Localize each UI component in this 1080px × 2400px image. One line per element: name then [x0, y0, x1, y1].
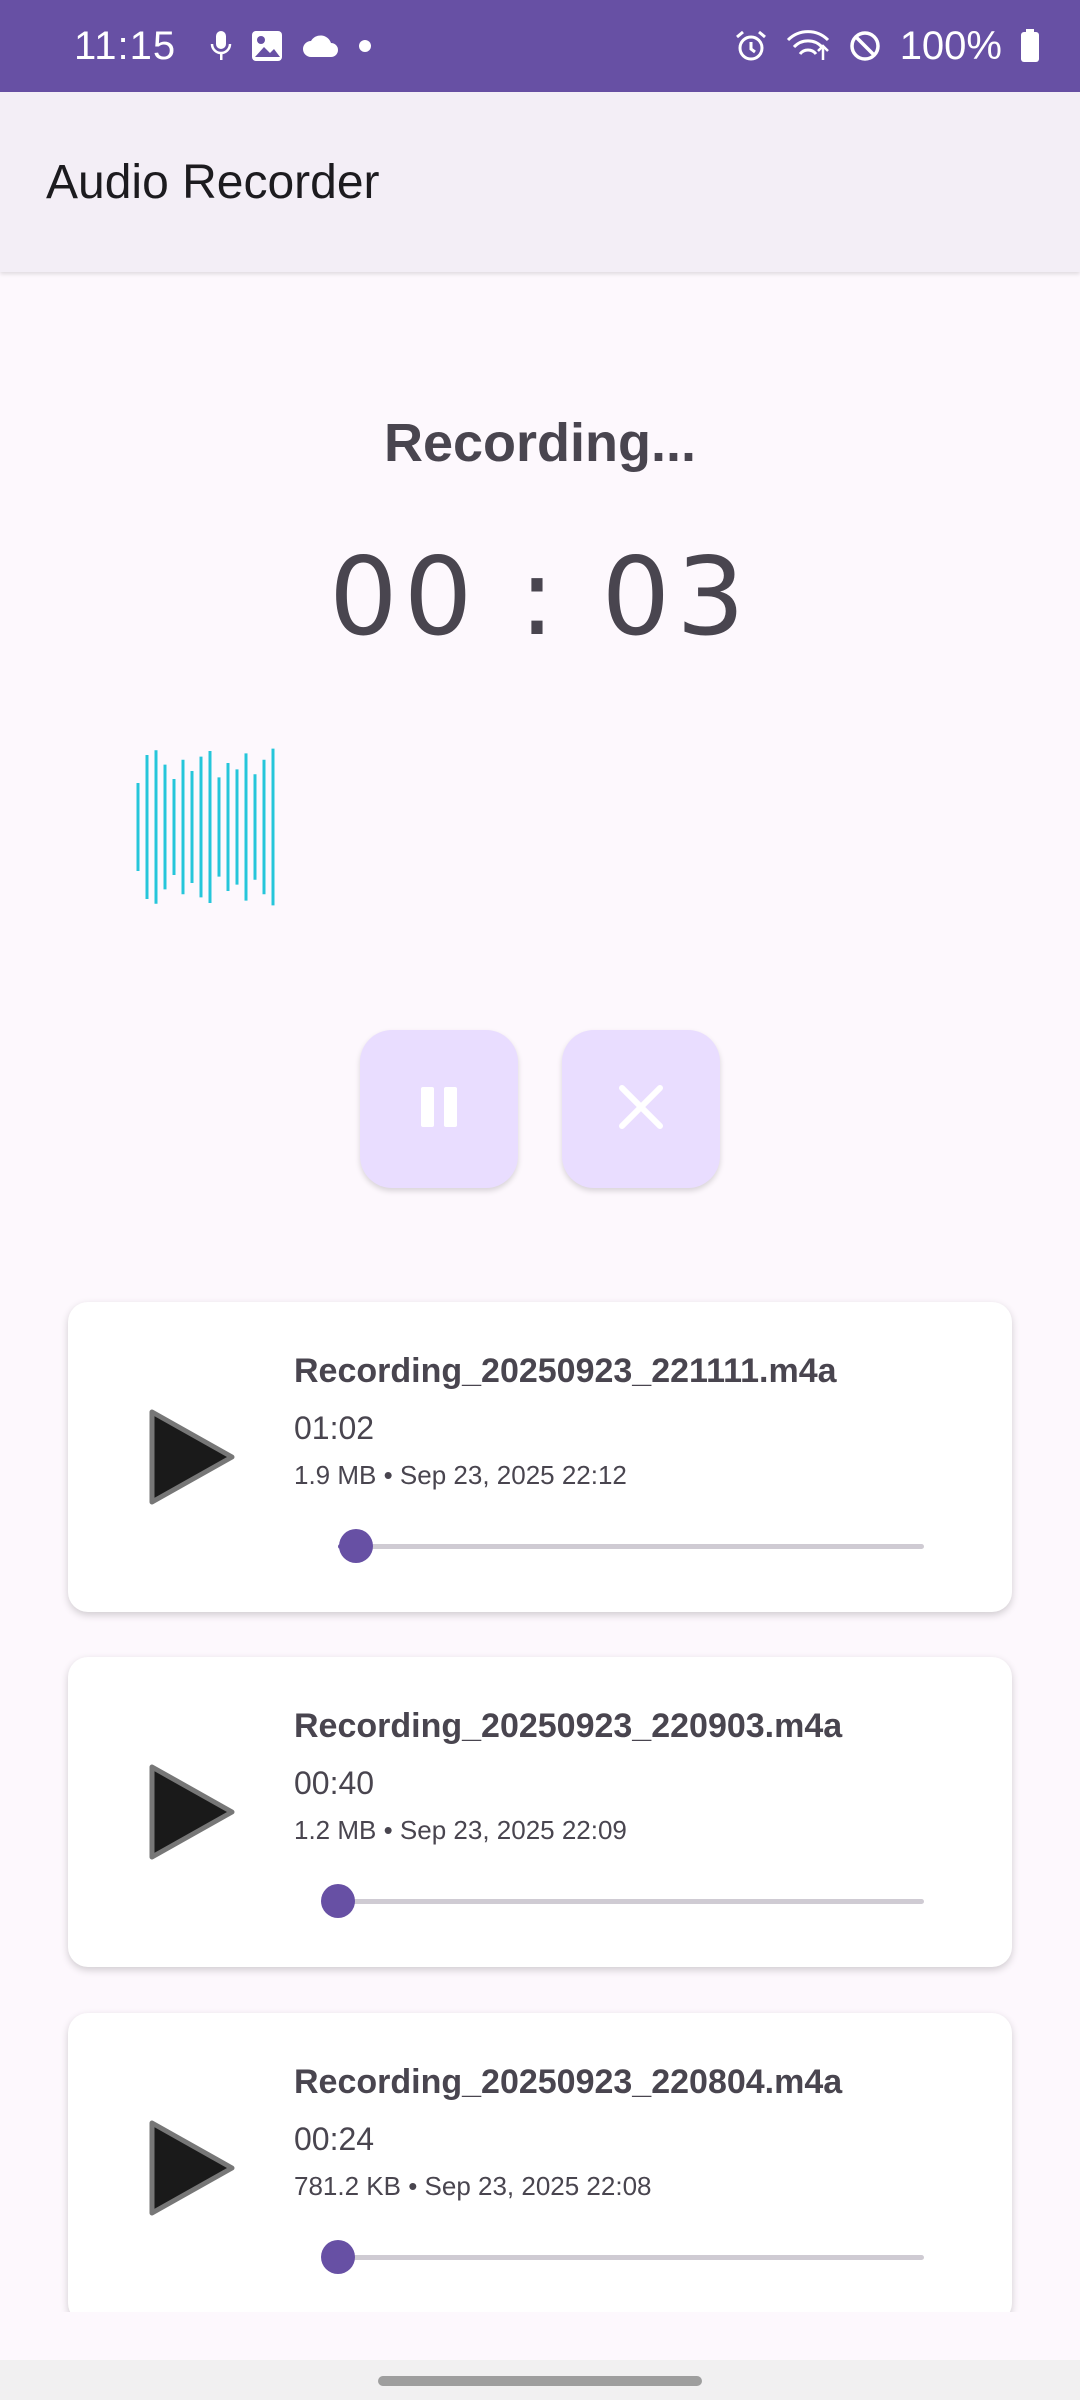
navigation-bar [0, 2360, 1080, 2400]
play-icon[interactable] [136, 1402, 246, 1512]
recording-meta: 1.9 MB • Sep 23, 2025 22:12 [294, 1460, 627, 1490]
play-icon[interactable] [136, 2113, 246, 2223]
home-gesture-handle[interactable] [378, 2376, 702, 2386]
play-icon[interactable] [136, 1757, 246, 1867]
recording-status: Recording... [383, 413, 697, 473]
slider-thumb[interactable] [321, 2240, 355, 2274]
slider-track [338, 2255, 924, 2260]
recording-duration: 01:02 [294, 1410, 375, 1446]
alarm-icon [734, 29, 768, 63]
playback-slider[interactable] [321, 1881, 924, 1921]
recording-meta: 781.2 KB • Sep 23, 2025 22:08 [294, 2171, 652, 2201]
playback-slider[interactable] [338, 1526, 924, 1566]
slider-track [338, 1544, 924, 1549]
battery-percent: 100% [899, 23, 1002, 68]
cloud-icon [302, 33, 340, 59]
status-bar: 11:15 100% [0, 0, 1080, 92]
do-not-disturb-icon [848, 29, 882, 63]
recording-meta: 1.2 MB • Sep 23, 2025 22:09 [294, 1815, 627, 1845]
slider-thumb[interactable] [321, 1884, 355, 1918]
slider-thumb[interactable] [338, 1529, 373, 1563]
cancel-button[interactable] [562, 1030, 720, 1188]
pause-icon [417, 1083, 461, 1136]
slider-track [338, 1899, 924, 1904]
status-time: 11:15 [74, 23, 177, 68]
recording-card: Recording_20250923_220804.m4a 00:24 781.… [68, 2013, 1012, 2312]
recording-name: Recording_20250923_221111.m4a [294, 1352, 837, 1390]
recording-name: Recording_20250923_220804.m4a [294, 2063, 843, 2101]
battery-icon [1020, 29, 1040, 63]
image-icon [250, 29, 284, 63]
recording-timer: 00 : 03 [329, 535, 751, 660]
recording-duration: 00:40 [294, 1765, 375, 1801]
wifi-icon [786, 29, 830, 63]
recording-card: Recording_20250923_221111.m4a 01:02 1.9 … [68, 1302, 1012, 1612]
waveform-visualizer [136, 748, 275, 906]
recording-duration: 00:24 [294, 2121, 375, 2157]
recording-card: Recording_20250923_220903.m4a 00:40 1.2 … [68, 1657, 1012, 1967]
mic-icon [210, 29, 232, 63]
playback-slider[interactable] [321, 2237, 924, 2277]
dot-icon [358, 39, 372, 53]
app-bar: Audio Recorder [0, 92, 1080, 272]
close-icon [616, 1082, 666, 1137]
pause-button[interactable] [360, 1030, 518, 1188]
app-title: Audio Recorder [46, 155, 380, 209]
recording-name: Recording_20250923_220903.m4a [294, 1707, 843, 1745]
recordings-list[interactable]: Recording_20250923_221111.m4a 01:02 1.9 … [0, 1290, 1080, 2312]
